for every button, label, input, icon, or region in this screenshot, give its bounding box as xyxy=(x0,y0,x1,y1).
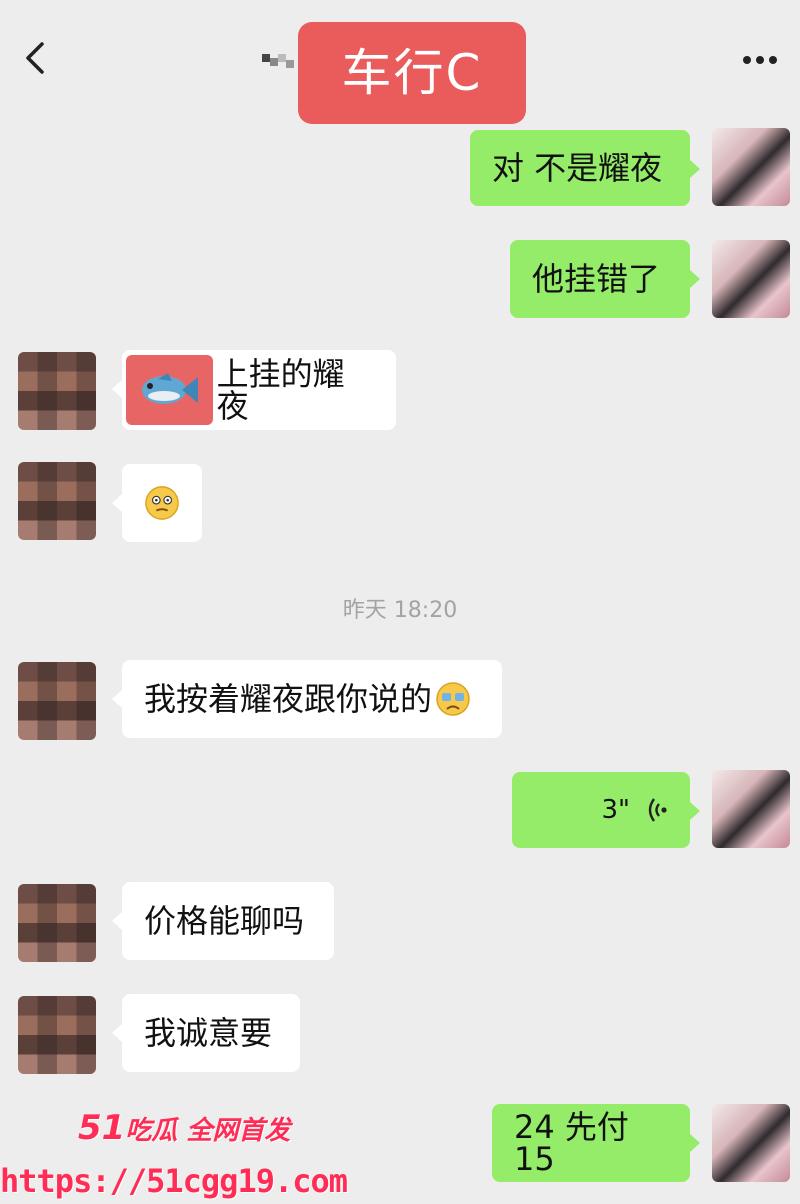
avatar-contact[interactable] xyxy=(18,884,96,962)
fish-emoji-icon xyxy=(126,355,213,425)
message-bubble-self[interactable]: 24 先付 15 xyxy=(492,1104,700,1182)
avatar-contact[interactable] xyxy=(18,996,96,1074)
message-text: 我按着耀夜跟你说的 xyxy=(144,680,433,718)
avatar-contact[interactable] xyxy=(18,462,96,540)
blurred-name xyxy=(262,54,294,68)
watermark-brand-text: 吃瓜 全网首发 xyxy=(125,1116,291,1146)
more-options-icon[interactable] xyxy=(742,54,778,66)
avatar-self[interactable] xyxy=(712,128,790,206)
dizzy-face-emoji-icon xyxy=(145,486,179,520)
watermark-brand: 51吃瓜 全网首发 xyxy=(78,1108,290,1148)
avatar-self[interactable] xyxy=(712,1104,790,1182)
message-text: 他挂错了 xyxy=(532,260,661,298)
message-text: 24 先付 15 xyxy=(514,1108,629,1178)
avatar-contact[interactable] xyxy=(18,352,96,430)
chat-title: 车行C xyxy=(298,22,526,124)
message-bubble-contact[interactable]: 价格能聊吗 xyxy=(112,882,334,960)
message-bubble-contact[interactable]: 上挂的耀夜 xyxy=(112,350,396,430)
message-text: 对 不是耀夜 xyxy=(492,149,663,187)
watermark-brand-number: 51 xyxy=(78,1108,126,1148)
crying-emoji-icon xyxy=(436,682,470,716)
avatar-self[interactable] xyxy=(712,770,790,848)
voice-message-bubble[interactable]: 3" xyxy=(512,772,700,848)
timestamp-label: 昨天 18:20 xyxy=(342,598,458,623)
message-bubble-contact[interactable] xyxy=(112,464,202,542)
avatar-contact[interactable] xyxy=(18,662,96,740)
watermark-url: https://51cgg19.com xyxy=(0,1162,348,1200)
avatar-self[interactable] xyxy=(712,240,790,318)
message-bubble-contact[interactable]: 我诚意要 xyxy=(112,994,300,1072)
message-bubble-self[interactable]: 对 不是耀夜 xyxy=(470,130,700,206)
message-bubble-self[interactable]: 他挂错了 xyxy=(510,240,700,318)
voice-duration: 3" xyxy=(601,795,630,825)
message-bubble-contact[interactable]: 我按着耀夜跟你说的 xyxy=(112,660,502,738)
message-text: 上挂的耀夜 xyxy=(216,355,345,425)
message-text: 我诚意要 xyxy=(144,1014,273,1052)
back-arrow-icon[interactable] xyxy=(22,40,46,76)
message-text: 价格能聊吗 xyxy=(144,902,305,940)
voice-wave-icon xyxy=(648,798,667,822)
